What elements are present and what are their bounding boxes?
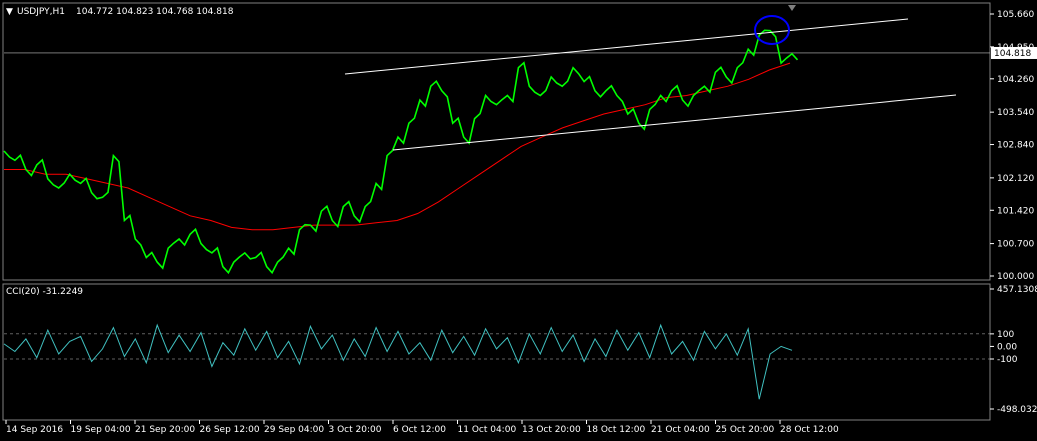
time-tick-label: 29 Sep 04:00: [264, 425, 324, 435]
time-tick-label: 6 Oct 12:00: [393, 425, 446, 435]
time-tick-label: 13 Oct 20:00: [522, 425, 581, 435]
time-tick-label: 21 Sep 20:00: [135, 425, 195, 435]
chart-background: [0, 0, 1037, 441]
cci-tick-label: 100: [997, 330, 1014, 340]
time-tick-label: 11 Oct 04:00: [458, 425, 517, 435]
price-tick-label: 105.660: [997, 10, 1034, 20]
symbol-arrow[interactable]: ▼: [6, 7, 13, 17]
cci-tick-label: 0.00: [997, 342, 1017, 352]
time-tick-label: 26 Sep 12:00: [200, 425, 260, 435]
price-tick-label: 104.260: [997, 75, 1034, 85]
time-tick-label: 25 Oct 20:00: [716, 425, 775, 435]
price-tick-label: 102.120: [997, 174, 1034, 184]
time-tick-label: 19 Sep 04:00: [71, 425, 131, 435]
ohlc-label: 104.772 104.823 104.768 104.818: [76, 7, 234, 17]
price-tick-label: 100.000: [997, 272, 1034, 282]
current-price-label: 104.818: [994, 49, 1031, 59]
time-tick-label: 18 Oct 12:00: [587, 425, 646, 435]
time-tick-label: 21 Oct 04:00: [651, 425, 710, 435]
price-tick-label: 100.700: [997, 240, 1034, 250]
cci-tick-label: -100: [997, 355, 1018, 365]
time-tick-label: 14 Sep 2016: [6, 425, 63, 435]
trading-chart[interactable]: ▼ USDJPY,H1 104.772 104.823 104.768 104.…: [0, 0, 1037, 441]
time-tick-label: 3 Oct 20:00: [329, 425, 382, 435]
symbol-label: USDJPY,H1: [17, 7, 65, 17]
price-tick-label: 101.420: [997, 206, 1034, 216]
cci-tick-label: -498.0328: [997, 405, 1037, 415]
cci-label: CCI(20) -31.2249: [6, 287, 83, 297]
price-tick-label: 102.840: [997, 141, 1034, 151]
price-tick-label: 103.540: [997, 108, 1034, 118]
cci-tick-label: 457.1308: [997, 285, 1037, 295]
time-tick-label: 28 Oct 12:00: [780, 425, 839, 435]
